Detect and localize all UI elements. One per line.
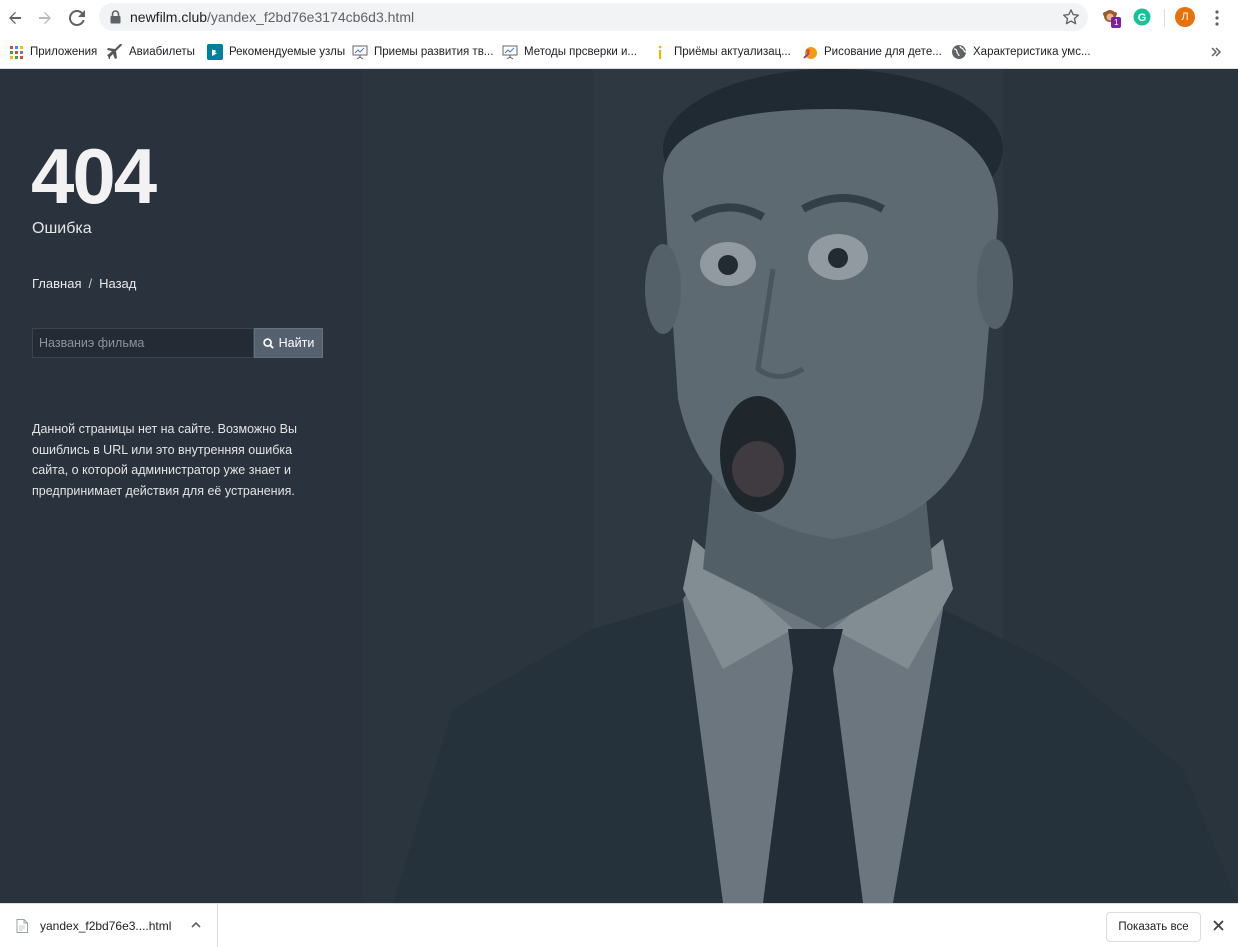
globe-icon bbox=[951, 44, 967, 60]
bookmark-priemy-razvitiya[interactable]: Приемы развития тв... bbox=[352, 42, 493, 62]
reload-button[interactable] bbox=[65, 6, 89, 30]
download-file-name: yandex_f2bd76e3....html bbox=[40, 918, 172, 933]
extension-grammarly-button[interactable]: G bbox=[1133, 8, 1151, 31]
error-label: Ошибка bbox=[32, 220, 92, 237]
airplane-icon bbox=[107, 44, 123, 60]
apps-grid-icon bbox=[8, 44, 24, 60]
back-link[interactable]: Назад bbox=[99, 276, 136, 291]
error-code: 404 bbox=[31, 132, 157, 220]
bookmark-aviabilety[interactable]: Авиабилеты bbox=[107, 42, 195, 62]
home-link[interactable]: Главная bbox=[32, 276, 81, 291]
download-item[interactable]: yandex_f2bd76e3....html bbox=[12, 904, 218, 947]
error-description: Данной страницы нет на сайте. Возможно В… bbox=[32, 422, 297, 498]
bookmarks-bar: Приложения Авиабилеты Рекомендуемые узлы… bbox=[0, 36, 1238, 69]
show-all-downloads-button[interactable]: Показать все bbox=[1106, 912, 1201, 942]
search-icon bbox=[262, 337, 274, 349]
bookmark-star-icon[interactable] bbox=[1062, 8, 1080, 26]
bookmark-label: Приложения bbox=[30, 46, 98, 58]
arrow-left-icon bbox=[9, 12, 21, 24]
url-text: newfilm.club/yandex_f2bd76e3174cb6d3.htm… bbox=[130, 9, 414, 25]
extension-monkey-button[interactable]: 1 bbox=[1102, 8, 1122, 33]
photo-dark-overlay bbox=[363, 69, 1238, 903]
url-path: /yandex_f2bd76e3174cb6d3.html bbox=[207, 9, 415, 25]
forward-button[interactable] bbox=[33, 6, 57, 30]
url-host: newfilm.club bbox=[130, 9, 208, 25]
bookmark-kharakteristika[interactable]: Характеристика умс... bbox=[951, 42, 1091, 62]
bookmark-apps[interactable]: Приложения bbox=[8, 42, 97, 62]
breadcrumb: Главная / Назад bbox=[32, 276, 136, 291]
bookmark-risovanie[interactable]: Рисование для дете... bbox=[802, 42, 942, 62]
bookmark-recommended[interactable]: Рекомендуемые узлы bbox=[207, 42, 345, 62]
arrow-right-icon bbox=[39, 12, 51, 24]
lock-icon bbox=[110, 10, 121, 24]
search-button-label: Найти bbox=[278, 336, 315, 350]
file-icon bbox=[16, 918, 28, 933]
film-search-input[interactable] bbox=[32, 328, 254, 358]
info-icon bbox=[652, 44, 668, 60]
bookmark-aktualizatsii[interactable]: Приёмы актуализац... bbox=[652, 42, 791, 62]
drawing-icon bbox=[802, 44, 818, 60]
bookmark-label: Рекомендуемые узлы bbox=[229, 46, 346, 58]
profile-avatar[interactable]: Л bbox=[1175, 7, 1195, 27]
page-content: 404 Ошибка Главная / Назад Найти Данной ст… bbox=[0, 69, 1238, 903]
reload-icon bbox=[69, 10, 85, 26]
presentation-icon bbox=[502, 44, 518, 60]
close-icon[interactable] bbox=[1213, 920, 1224, 931]
bookmarks-overflow-icon[interactable] bbox=[1210, 46, 1222, 58]
breadcrumb-separator: / bbox=[88, 276, 93, 291]
svg-text:G: G bbox=[1138, 12, 1147, 24]
bookmark-metody[interactable]: Методы прсверки и... bbox=[502, 42, 637, 62]
search-button[interactable]: Найти bbox=[254, 328, 323, 358]
error-panel: 404 Ошибка Главная / Назад Найти Данной ст… bbox=[0, 69, 363, 903]
bookmark-label: Рисование для дете... bbox=[824, 46, 942, 58]
chevron-up-icon[interactable] bbox=[191, 921, 201, 929]
back-button[interactable] bbox=[3, 6, 27, 30]
bookmark-label: Приемы развития тв... bbox=[374, 46, 494, 58]
more-vert-icon[interactable] bbox=[1209, 8, 1225, 28]
bing-icon bbox=[207, 44, 223, 60]
bookmark-label: Авиабилеты bbox=[129, 46, 195, 58]
grammarly-icon: G bbox=[1133, 8, 1151, 26]
bookmark-label: Приёмы актуализац... bbox=[674, 46, 791, 58]
extension-badge: 1 bbox=[1111, 17, 1122, 28]
background-photo bbox=[363, 69, 1238, 903]
address-bar[interactable]: newfilm.club/yandex_f2bd76e3174cb6d3.htm… bbox=[99, 3, 1088, 31]
browser-toolbar: newfilm.club/yandex_f2bd76e3174cb6d3.htm… bbox=[0, 0, 1238, 36]
presentation-icon bbox=[352, 44, 368, 60]
bookmark-label: Характеристика умс... bbox=[973, 46, 1091, 58]
film-search-form: Найти bbox=[32, 328, 323, 358]
bookmark-label: Методы прсверки и... bbox=[524, 46, 637, 58]
toolbar-divider bbox=[1164, 9, 1165, 27]
download-shelf: yandex_f2bd76e3....html Показать все bbox=[0, 903, 1238, 947]
